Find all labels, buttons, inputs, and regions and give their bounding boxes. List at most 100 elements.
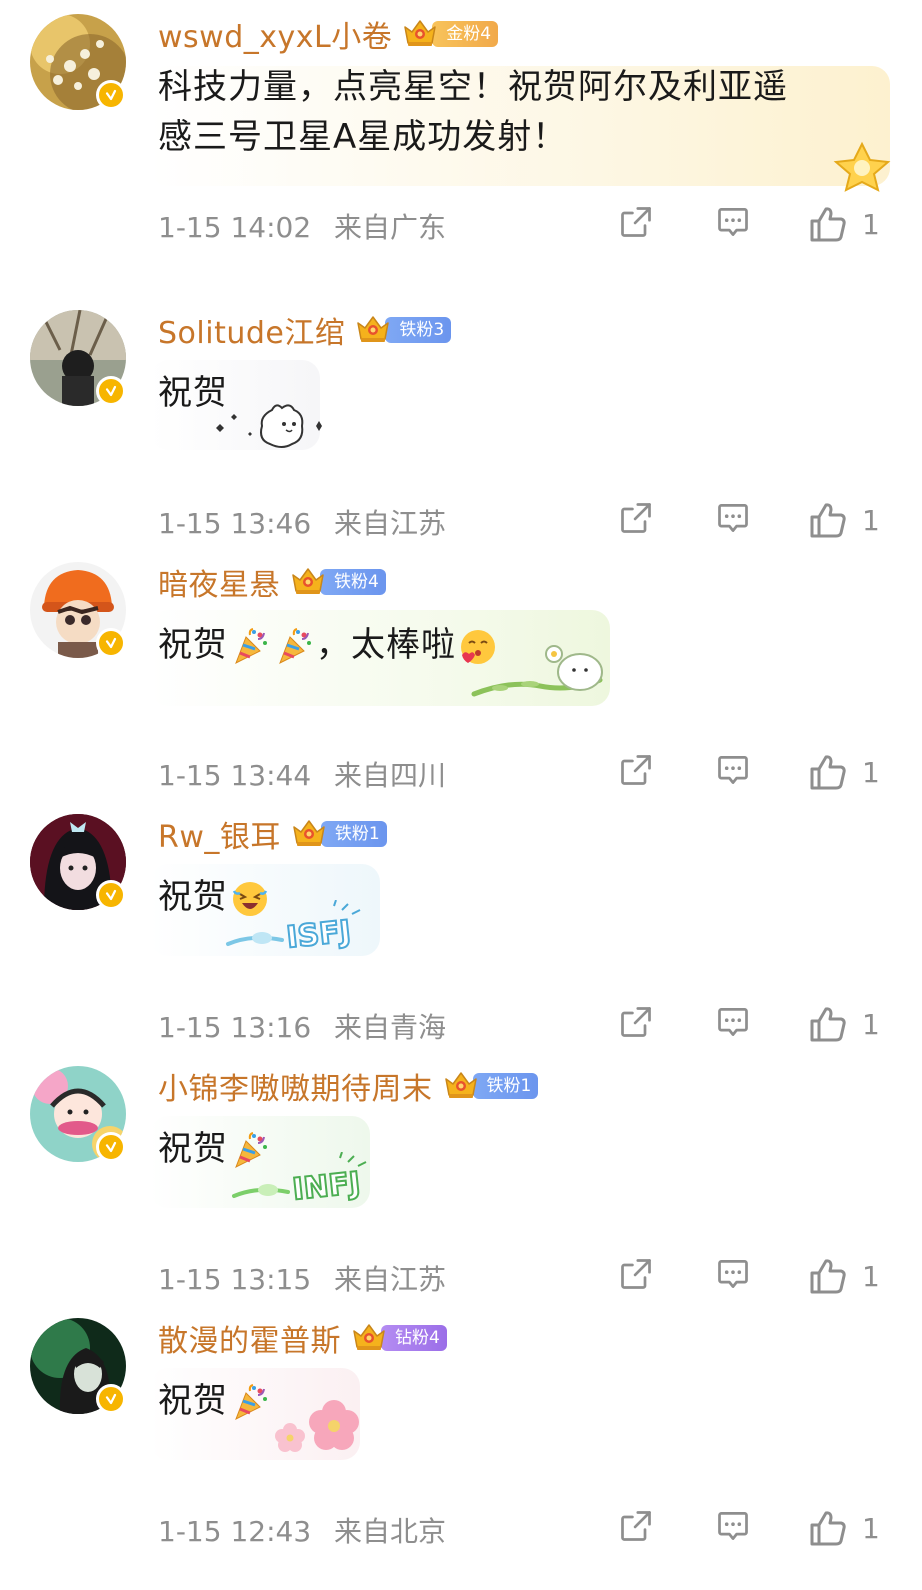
laughing-face-icon	[230, 879, 270, 919]
comment-text-part: 祝贺	[158, 1381, 228, 1421]
comment-text-part: 祝贺	[158, 877, 228, 917]
fan-badge-label: 铁粉1	[320, 821, 387, 847]
comment-meta: 1-15 12:43 来自北京	[158, 1510, 446, 1550]
share-button[interactable]	[618, 204, 654, 240]
location: 来自江苏	[334, 507, 447, 540]
comment-text: 祝贺	[158, 1124, 272, 1174]
like-count: 1	[862, 1511, 880, 1545]
thumbs-up-icon	[808, 204, 848, 244]
like-count: 1	[862, 1259, 880, 1293]
reply-button[interactable]	[714, 500, 752, 536]
comment-icon	[714, 752, 752, 788]
timestamp: 1-15 14:02	[158, 211, 312, 244]
thumbs-up-icon	[808, 752, 848, 792]
reply-button[interactable]	[714, 204, 752, 240]
cherry-blossom-sticker-icon	[275, 1400, 359, 1452]
like-button[interactable]: 1	[808, 1508, 880, 1548]
verified-badge-icon	[96, 376, 126, 406]
comment-item: wswd_xyxL小卷 金粉4 科技力量，点亮星空！祝贺阿尔及利亚遥 感三号卫星…	[0, 0, 922, 252]
share-icon	[618, 1256, 654, 1292]
share-button[interactable]	[618, 500, 654, 536]
like-button[interactable]: 1	[808, 1004, 880, 1044]
share-icon	[618, 1508, 654, 1544]
star-badge-icon	[833, 141, 891, 192]
comment-item: Solitude江绾 铁粉3 祝贺 1-15 13:46 来自江苏 1	[0, 296, 922, 548]
like-count: 1	[862, 503, 880, 537]
bear-sticker-icon	[216, 404, 322, 448]
share-icon	[618, 752, 654, 788]
timestamp: 1-15 13:16	[158, 1011, 312, 1044]
username[interactable]: 暗夜星悬	[158, 560, 280, 604]
comment-icon	[714, 500, 752, 536]
share-button[interactable]	[618, 1508, 654, 1544]
location: 来自青海	[334, 1011, 447, 1044]
party-popper-icon	[274, 627, 314, 667]
fan-badge[interactable]: 金粉4	[402, 17, 499, 49]
location: 来自江苏	[334, 1263, 447, 1296]
fan-badge-label: 金粉4	[432, 21, 499, 47]
username[interactable]: wswd_xyxL小卷	[158, 12, 392, 56]
username[interactable]: Solitude江绾	[158, 308, 345, 352]
share-icon	[618, 204, 654, 240]
comment-text-line: 感三号卫星A星成功发射！	[158, 117, 568, 157]
comment-icon	[714, 204, 752, 240]
username[interactable]: Rw_银耳	[158, 812, 281, 856]
share-button[interactable]	[618, 1004, 654, 1040]
avatar[interactable]	[30, 814, 126, 910]
crown-icon	[402, 17, 438, 49]
verified-badge-icon	[96, 628, 126, 658]
location: 来自广东	[334, 211, 447, 244]
comment-meta: 1-15 13:15 来自江苏	[158, 1258, 446, 1298]
fan-badge-label: 铁粉4	[320, 569, 386, 595]
fan-badge[interactable]: 钻粉4	[351, 1323, 447, 1353]
comment-text: 祝贺 ，太棒啦	[158, 620, 500, 670]
share-button[interactable]	[618, 1256, 654, 1292]
comment-text: 科技力量，点亮星空！祝贺阿尔及利亚遥 感三号卫星A星成功发射！	[158, 62, 788, 162]
avatar[interactable]	[30, 310, 126, 406]
fan-badge-label: 铁粉1	[472, 1073, 539, 1099]
username[interactable]: 小锦李嗷嗷期待周末	[158, 1064, 433, 1108]
reply-button[interactable]	[714, 752, 752, 788]
like-count: 1	[862, 1007, 880, 1041]
like-button[interactable]: 1	[808, 1256, 880, 1296]
thumbs-up-icon	[808, 1256, 848, 1296]
comment-text-part: ，太棒啦	[316, 625, 456, 665]
fan-badge[interactable]: 铁粉3	[355, 315, 452, 345]
comment-meta: 1-15 13:16 来自青海	[158, 1006, 446, 1046]
fan-badge[interactable]: 铁粉4	[290, 567, 386, 597]
comment-text-part: 祝贺	[158, 1129, 228, 1169]
comment-text: 祝贺	[158, 373, 228, 413]
svg-text:ISFJ: ISFJ	[285, 914, 353, 956]
reply-button[interactable]	[714, 1256, 752, 1292]
fan-badge[interactable]: 铁粉1	[443, 1071, 539, 1101]
username[interactable]: 散漫的霍普斯	[158, 1316, 341, 1360]
location: 来自北京	[334, 1515, 447, 1548]
comment-item: Rw_银耳 铁粉1 ISFJ 祝贺 1-15 13:16 来自青海 1	[0, 800, 922, 1052]
fan-badge[interactable]: 铁粉1	[291, 819, 387, 849]
verified-badge-icon	[96, 880, 126, 910]
avatar[interactable]	[30, 1318, 126, 1414]
party-popper-icon	[230, 1383, 270, 1423]
avatar[interactable]	[30, 562, 126, 658]
like-button[interactable]: 1	[808, 500, 880, 540]
comment-icon	[714, 1256, 752, 1292]
party-popper-icon	[230, 627, 270, 667]
share-icon	[618, 500, 654, 536]
timestamp: 1-15 12:43	[158, 1515, 312, 1548]
share-button[interactable]	[618, 752, 654, 788]
avatar[interactable]	[30, 14, 126, 110]
comment-item: 暗夜星悬 铁粉4 祝贺 ，太棒啦 1-15 13:44 来自四川 1	[0, 548, 922, 800]
comment-meta: 1-15 14:02 来自广东	[158, 206, 446, 246]
crown-icon	[291, 817, 327, 849]
avatar[interactable]	[30, 1066, 126, 1162]
location: 来自四川	[334, 759, 447, 792]
like-button[interactable]: 1	[808, 752, 880, 792]
verified-badge-icon	[96, 1384, 126, 1414]
like-count: 1	[862, 207, 880, 241]
like-button[interactable]: 1	[808, 204, 880, 244]
timestamp: 1-15 13:46	[158, 507, 312, 540]
crown-icon	[351, 1321, 387, 1353]
reply-button[interactable]	[714, 1508, 752, 1544]
reply-button[interactable]	[714, 1004, 752, 1040]
party-popper-icon	[230, 1131, 270, 1171]
